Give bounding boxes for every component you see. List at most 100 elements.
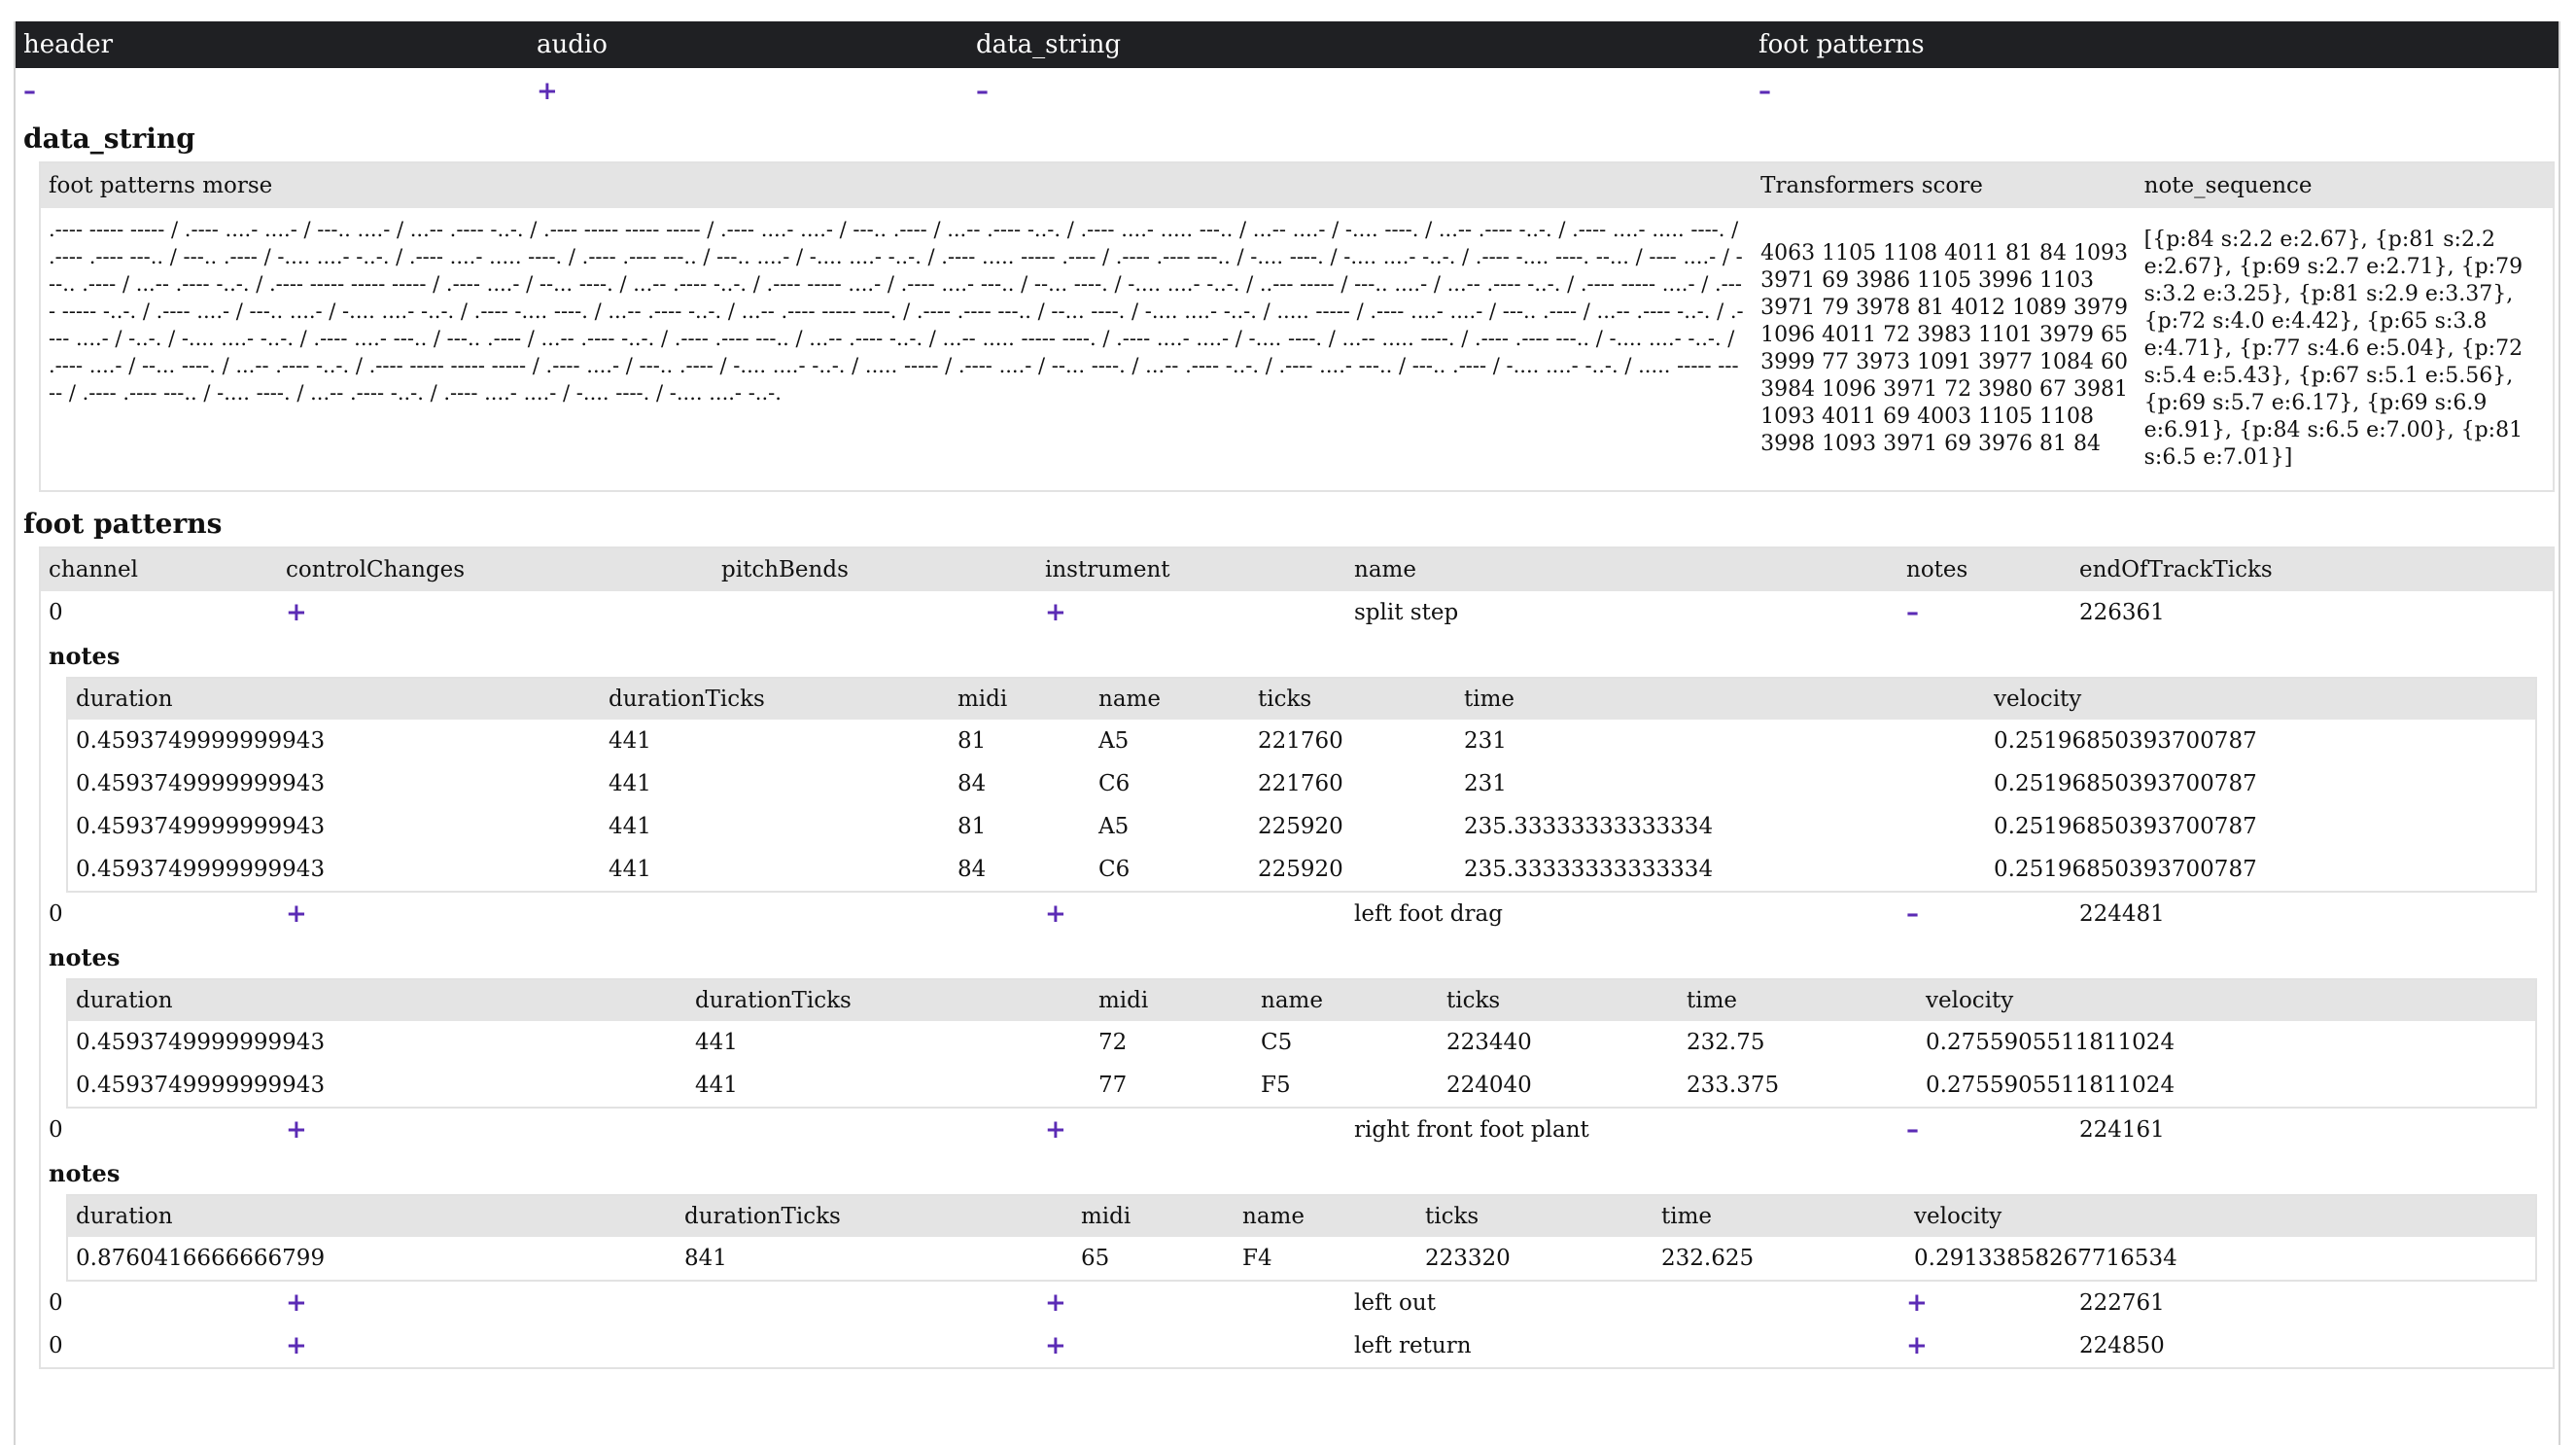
note-name: A5 xyxy=(1098,814,1130,839)
track-channel: 0 xyxy=(49,1333,63,1358)
note-duration: 0.4593749999999943 xyxy=(76,814,326,839)
note-duration-ticks: 841 xyxy=(684,1246,727,1271)
col-control-changes: controlChanges xyxy=(286,557,466,582)
track-channel: 0 xyxy=(49,600,63,625)
control-changes-toggle[interactable]: + xyxy=(286,1331,307,1360)
note-midi: 84 xyxy=(957,771,987,796)
note-row: 0.4593749999999943 441 77 F5 224040 233.… xyxy=(68,1064,2535,1107)
note-duration: 0.8760416666666799 xyxy=(76,1246,326,1271)
tab-header[interactable]: header xyxy=(16,30,529,59)
instrument-toggle[interactable]: + xyxy=(1045,899,1066,929)
notes-table: duration durationTicks midi name ticks t… xyxy=(66,1194,2537,1282)
control-changes-toggle[interactable]: + xyxy=(286,899,307,929)
track-row: 0 + + left foot drag – 224481 xyxy=(41,893,2553,935)
note-row: 0.4593749999999943 441 72 C5 223440 232.… xyxy=(68,1021,2535,1064)
track-row: 0 + + left out + 222761 xyxy=(41,1282,2553,1324)
notes-toggle[interactable]: + xyxy=(1906,1331,1928,1360)
page: header audio data_string foot patterns –… xyxy=(14,21,2560,1445)
control-changes-toggle[interactable]: + xyxy=(286,1288,307,1318)
tab-audio[interactable]: audio xyxy=(529,30,968,59)
note-ticks: 224040 xyxy=(1446,1073,1532,1098)
note-duration-ticks: 441 xyxy=(609,771,651,796)
col-velocity: velocity xyxy=(1994,687,2082,712)
col-duration-ticks: durationTicks xyxy=(695,988,852,1013)
notes-heading: notes xyxy=(49,942,121,971)
note-duration: 0.4593749999999943 xyxy=(76,1030,326,1055)
note-midi: 81 xyxy=(957,814,987,839)
instrument-toggle[interactable]: + xyxy=(1045,598,1066,627)
control-changes-toggle[interactable]: + xyxy=(286,598,307,627)
note-velocity: 0.25196850393700787 xyxy=(1994,814,2257,839)
instrument-toggle[interactable]: + xyxy=(1045,1288,1066,1318)
notes-table: duration durationTicks midi name ticks t… xyxy=(66,978,2537,1109)
note-duration: 0.4593749999999943 xyxy=(76,771,326,796)
note-duration-ticks: 441 xyxy=(695,1030,738,1055)
col-name: name xyxy=(1354,557,1416,582)
col-time: time xyxy=(1464,687,1515,712)
note-time: 235.33333333333334 xyxy=(1464,857,1714,882)
note-velocity: 0.25196850393700787 xyxy=(1994,771,2257,796)
notes-heading: notes xyxy=(49,1158,121,1187)
col-duration: duration xyxy=(76,988,173,1013)
note-ticks: 225920 xyxy=(1258,857,1343,882)
track-name: left out xyxy=(1354,1290,1436,1316)
track-name: right front foot plant xyxy=(1354,1117,1589,1143)
data-string-toggle[interactable]: – xyxy=(976,77,989,106)
track-row: 0 + + left return + 224850 xyxy=(41,1324,2553,1367)
track-end-ticks: 226361 xyxy=(2079,600,2165,625)
track-end-ticks: 222761 xyxy=(2079,1290,2165,1316)
top-toggle-row: – + – – xyxy=(16,68,2559,115)
data-string-table: foot patterns morse Transformers score n… xyxy=(39,161,2555,492)
note-midi: 77 xyxy=(1098,1073,1128,1098)
note-ticks: 221760 xyxy=(1258,728,1343,754)
tab-data-string[interactable]: data_string xyxy=(968,30,1751,59)
note-ticks: 225920 xyxy=(1258,814,1343,839)
notes-header-row: duration durationTicks midi name ticks t… xyxy=(68,1196,2535,1237)
control-changes-toggle[interactable]: + xyxy=(286,1115,307,1145)
note-name: A5 xyxy=(1098,728,1130,754)
note-duration-ticks: 441 xyxy=(609,857,651,882)
note-sequence-value: [{p:84 s:2.2 e:2.67}, {p:81 s:2.2 e:2.67… xyxy=(2143,228,2524,470)
instrument-toggle[interactable]: + xyxy=(1045,1331,1066,1360)
note-midi: 81 xyxy=(957,728,987,754)
notes-toggle[interactable]: – xyxy=(1906,1115,1919,1145)
header-toggle[interactable]: – xyxy=(23,77,36,106)
track-end-ticks: 224481 xyxy=(2079,901,2165,927)
foot-patterns-table: channel controlChanges pitchBends instru… xyxy=(39,546,2555,1369)
col-ticks: ticks xyxy=(1446,988,1501,1013)
instrument-toggle[interactable]: + xyxy=(1045,1115,1066,1145)
note-name: C6 xyxy=(1098,771,1131,796)
col-transformers-score: Transformers score xyxy=(1760,173,1983,198)
track-end-ticks: 224850 xyxy=(2079,1333,2165,1358)
notes-toggle[interactable]: – xyxy=(1906,598,1919,627)
note-midi: 84 xyxy=(957,857,987,882)
tab-foot-patterns[interactable]: foot patterns xyxy=(1751,30,2342,59)
top-header-bar: header audio data_string foot patterns xyxy=(16,21,2559,68)
notes-header-row: duration durationTicks midi name ticks t… xyxy=(68,679,2535,720)
track-channel: 0 xyxy=(49,1290,63,1316)
data-string-row: .---- ----- ----- / .---- ....- ....- / … xyxy=(41,208,2553,490)
col-ticks: ticks xyxy=(1258,687,1312,712)
col-duration-ticks: durationTicks xyxy=(609,687,765,712)
transformers-score-value: 4063 1105 1108 4011 81 84 1093 3971 69 3… xyxy=(1760,241,2129,456)
notes-heading: notes xyxy=(49,641,121,670)
notes-toggle[interactable]: – xyxy=(1906,899,1919,929)
note-velocity: 0.29133858267716534 xyxy=(1914,1246,2177,1271)
note-name: C5 xyxy=(1261,1030,1293,1055)
col-foot-patterns-morse: foot patterns morse xyxy=(49,173,273,198)
col-channel: channel xyxy=(49,557,138,582)
notes-toggle[interactable]: + xyxy=(1906,1288,1928,1318)
note-time: 232.75 xyxy=(1687,1030,1765,1055)
data-string-heading: data_string xyxy=(23,122,195,155)
notes-header-row: duration durationTicks midi name ticks t… xyxy=(68,980,2535,1021)
foot-patterns-toggle[interactable]: – xyxy=(1758,77,1771,106)
col-pitch-bends: pitchBends xyxy=(721,557,849,582)
note-duration: 0.4593749999999943 xyxy=(76,1073,326,1098)
note-row: 0.8760416666666799 841 65 F4 223320 232.… xyxy=(68,1237,2535,1280)
audio-toggle[interactable]: + xyxy=(537,77,558,106)
note-time: 231 xyxy=(1464,728,1507,754)
note-time: 232.625 xyxy=(1661,1246,1755,1271)
morse-value: .---- ----- ----- / .---- ....- ....- / … xyxy=(49,218,1744,405)
note-name: C6 xyxy=(1098,857,1131,882)
foot-patterns-header-row: channel controlChanges pitchBends instru… xyxy=(41,548,2553,591)
